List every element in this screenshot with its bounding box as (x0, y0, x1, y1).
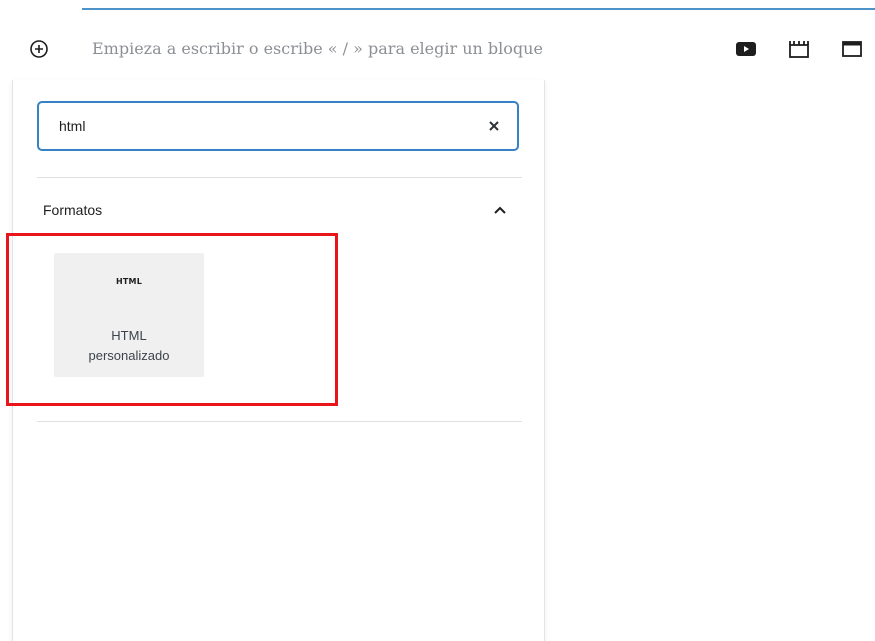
block-item-label: HTML personalizado (54, 326, 204, 366)
add-block-button[interactable] (28, 38, 50, 60)
square-block-icon (842, 41, 862, 57)
youtube-icon (736, 42, 756, 56)
quick-insert-group-button[interactable] (839, 36, 865, 62)
video-clapper-icon (789, 41, 809, 58)
editor-top-divider (82, 8, 875, 10)
block-item-label-line: personalizado (88, 348, 170, 363)
block-item-label-line: HTML (111, 328, 147, 343)
block-placeholder[interactable]: Empieza a escribir o escribe « / » para … (92, 36, 543, 62)
html-icon: HTML (115, 277, 142, 286)
plus-circle-icon (30, 40, 48, 58)
quick-insert-video-button[interactable] (786, 36, 812, 62)
block-search-input[interactable] (59, 115, 479, 137)
block-search-field[interactable] (37, 101, 519, 151)
close-icon (489, 121, 499, 131)
block-item-custom-html[interactable]: HTML HTML personalizado (54, 253, 204, 377)
quick-insert-youtube-button[interactable] (733, 36, 759, 62)
divider (37, 177, 522, 178)
section-header-formatos[interactable]: Formatos (37, 188, 522, 234)
collapse-section-button[interactable] (490, 200, 510, 220)
section-title: Formatos (43, 202, 103, 218)
chevron-up-icon (494, 206, 506, 214)
clear-search-button[interactable] (483, 115, 505, 137)
block-inserter-panel: Formatos HTML HTML personalizado (12, 80, 545, 641)
divider (37, 421, 522, 422)
